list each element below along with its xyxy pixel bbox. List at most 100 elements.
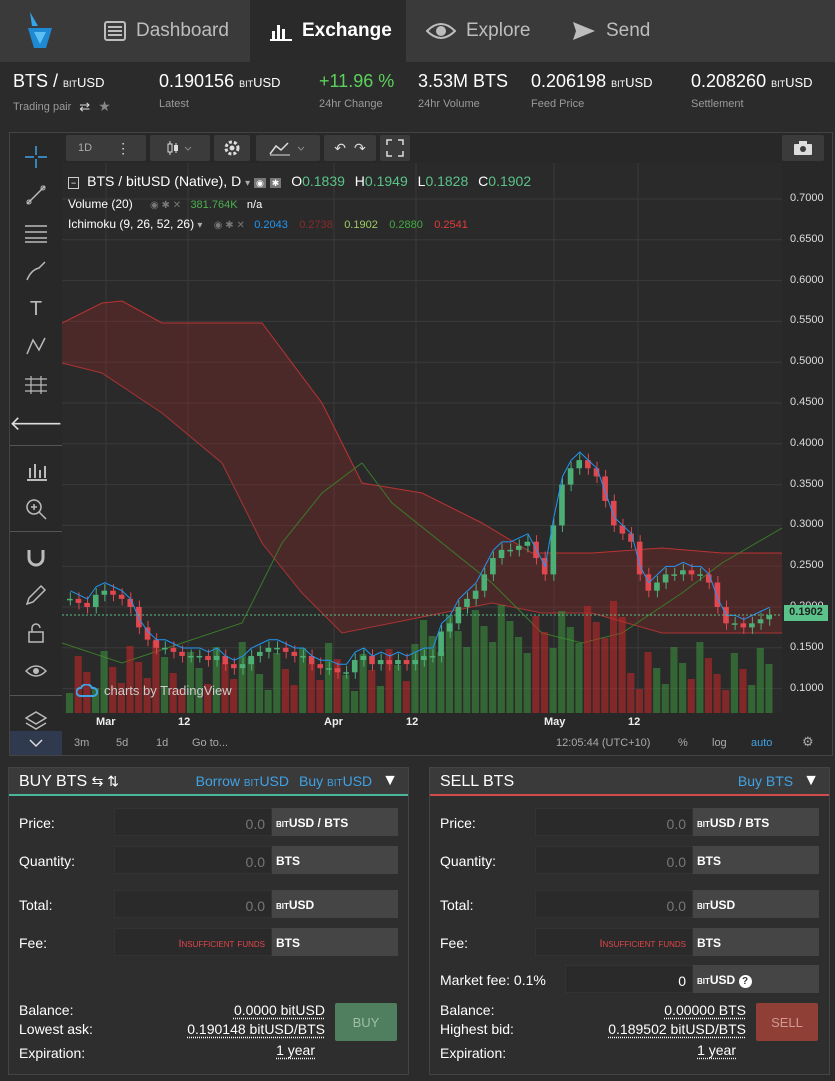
- settlement-price: 0.208260 bitUSD Settlement: [691, 71, 813, 110]
- price-axis[interactable]: 0.7000 0.6500 0.6000 0.5500 0.5000 0.4500 0.40…: [782, 163, 832, 713]
- buy-fee-asset-select[interactable]: BTS: [272, 928, 398, 956]
- camera-icon[interactable]: [782, 135, 824, 161]
- ichimoku-caret-icon[interactable]: ▾: [197, 220, 202, 231]
- sell-expiration-select[interactable]: 1 year: [697, 1042, 736, 1058]
- sell-balance-value[interactable]: 0.00000 BTS: [664, 1002, 746, 1018]
- sell-button[interactable]: SELL: [756, 1003, 818, 1041]
- trendline-icon[interactable]: [24, 183, 48, 207]
- dropdown-caret-icon[interactable]: ▾: [245, 178, 250, 189]
- sell-price-input[interactable]: 0.0: [535, 808, 693, 836]
- range-1d[interactable]: 1d: [156, 737, 168, 749]
- tradingview-watermark[interactable]: charts by TradingView: [76, 683, 232, 698]
- volume-bar: [290, 685, 298, 713]
- more-dots-icon: ⋮: [116, 139, 131, 156]
- buy-bts-link[interactable]: Buy BTS: [738, 773, 793, 789]
- tab-exchange[interactable]: Exchange: [250, 0, 406, 62]
- magnet-icon[interactable]: [24, 545, 48, 569]
- ichimoku-legend-icons[interactable]: ◉ ✱ ✕: [214, 220, 245, 231]
- range-3m[interactable]: 3m: [74, 737, 89, 749]
- interval-select[interactable]: 1D ⋮: [66, 135, 146, 161]
- time-axis[interactable]: Mar 12 Apr 12 May 12: [62, 713, 782, 731]
- undo-icon[interactable]: ↶: [334, 140, 346, 157]
- sell-fee-asset-select[interactable]: BTS: [693, 928, 819, 956]
- volume-bar: [748, 685, 756, 713]
- log-toggle[interactable]: log: [712, 737, 727, 749]
- lock-icon[interactable]: [24, 621, 48, 645]
- y-tick-label: 0.5500: [790, 314, 824, 327]
- settings-small-icon[interactable]: ✱: [269, 178, 282, 188]
- help-icon[interactable]: ?: [738, 975, 752, 988]
- pair-name[interactable]: BTS /: [13, 71, 63, 91]
- goto-button[interactable]: Go to...: [192, 737, 228, 749]
- candle-body: [714, 582, 721, 607]
- percent-toggle[interactable]: %: [678, 737, 688, 749]
- sell-quantity-input[interactable]: 0.0: [535, 846, 693, 874]
- y-tick-label: 0.2500: [790, 559, 824, 572]
- caret-down-icon[interactable]: ▼: [382, 772, 398, 790]
- candle-body: [110, 590, 116, 595]
- zoom-in-icon[interactable]: [24, 497, 48, 521]
- brush-icon[interactable]: [24, 259, 48, 283]
- chart-plot-area[interactable]: [62, 163, 782, 713]
- redo-icon[interactable]: ↷: [354, 140, 366, 157]
- range-5d[interactable]: 5d: [116, 737, 128, 749]
- tab-dashboard[interactable]: Dashboard: [84, 0, 250, 62]
- ichimoku-label[interactable]: Ichimoku (9, 26, 52, 26): [68, 217, 194, 231]
- indicators-icon[interactable]: [24, 459, 48, 483]
- series-title[interactable]: BTS / bitUSD (Native), D: [87, 173, 241, 189]
- bitshares-logo[interactable]: [24, 10, 56, 52]
- swap-icon[interactable]: ⇄: [79, 99, 90, 115]
- pattern-icon[interactable]: [24, 335, 48, 359]
- candle-body: [334, 668, 341, 673]
- buy-balance-value[interactable]: 0.0000 bitUSD: [234, 1002, 325, 1018]
- star-icon[interactable]: ★: [98, 98, 111, 115]
- volume-legend-icons[interactable]: ◉ ✱ ✕: [150, 200, 181, 211]
- x-tick-label: Mar: [96, 716, 116, 728]
- market-fee-unit: bitUSD: [697, 973, 736, 987]
- buy-bitusd-link[interactable]: Buy bitUSD: [299, 773, 372, 789]
- lowest-ask-value[interactable]: 0.190148 bitUSD/BTS: [187, 1021, 325, 1037]
- candle-body: [472, 590, 479, 599]
- tab-explore[interactable]: Explore: [406, 0, 552, 62]
- axis-settings-icon[interactable]: ⚙: [802, 734, 814, 750]
- measure-icon[interactable]: [24, 373, 48, 397]
- buy-button[interactable]: BUY: [335, 1003, 397, 1041]
- layers-icon[interactable]: [24, 709, 48, 733]
- buy-link-text: Buy: [299, 773, 328, 789]
- candle-body: [369, 655, 375, 665]
- buy-total-input[interactable]: 0.0: [114, 890, 272, 918]
- back-arrow-icon[interactable]: 🡐: [9, 411, 63, 435]
- pencil-lock-icon[interactable]: [24, 583, 48, 607]
- volume-indicator-label[interactable]: Volume (20): [68, 197, 133, 211]
- sell-total-input[interactable]: 0.0: [535, 890, 693, 918]
- caret-down-icon[interactable]: ▼: [803, 772, 819, 790]
- indicators-button[interactable]: [256, 135, 320, 161]
- tab-send[interactable]: Send: [552, 0, 682, 62]
- buy-quantity-input[interactable]: 0.0: [114, 846, 272, 874]
- fullscreen-icon[interactable]: [380, 135, 410, 161]
- buy-expiration: Expiration: 1 year: [19, 1042, 315, 1061]
- text-tool-icon[interactable]: T: [24, 297, 48, 321]
- highest-bid-value[interactable]: 0.189502 bitUSD/BTS: [608, 1021, 746, 1037]
- undo-redo[interactable]: ↶ ↷: [324, 135, 376, 161]
- eye-toggle-icon[interactable]: ◉: [254, 178, 266, 188]
- fib-lines-icon[interactable]: [24, 221, 48, 245]
- swap-icon[interactable]: ⇆ ⇅: [92, 773, 119, 789]
- top-nav: Dashboard Exchange Explore Send: [0, 0, 835, 62]
- buy-price-input[interactable]: 0.0: [114, 808, 272, 836]
- visibility-icon[interactable]: [24, 659, 48, 683]
- volume-bar: [238, 642, 246, 713]
- borrow-link[interactable]: Borrow bitUSD: [196, 773, 289, 789]
- auto-toggle[interactable]: auto: [751, 737, 772, 749]
- candle-body: [248, 655, 254, 665]
- volume-bar: [609, 601, 618, 713]
- buy-expiration-select[interactable]: 1 year: [276, 1042, 315, 1058]
- buy-link-unit: bitUSD: [327, 773, 373, 789]
- settings-button[interactable]: [214, 135, 250, 161]
- crosshair-icon[interactable]: [24, 145, 48, 169]
- candle-body: [412, 660, 418, 665]
- volume-bar: [653, 668, 661, 713]
- chart-type-button[interactable]: [150, 135, 210, 161]
- collapse-square-icon[interactable]: −: [68, 177, 80, 189]
- collapse-chevron-icon[interactable]: [10, 731, 62, 755]
